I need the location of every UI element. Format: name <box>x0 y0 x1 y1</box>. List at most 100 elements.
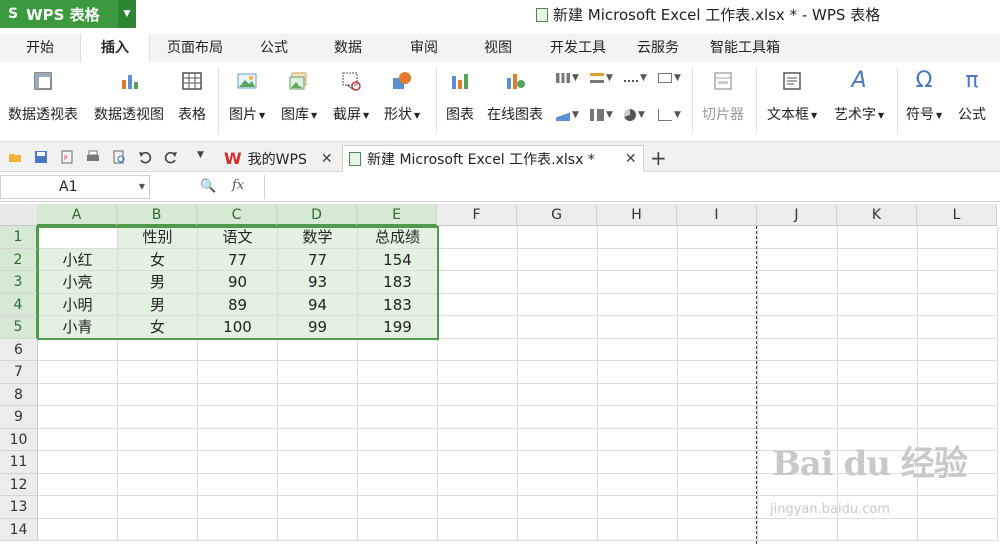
cell-k1[interactable] <box>838 226 918 249</box>
cell-l5[interactable] <box>918 316 998 339</box>
cell-b3[interactable]: 男 <box>118 271 198 294</box>
cell-l4[interactable] <box>918 293 998 316</box>
cell-f10[interactable] <box>438 428 518 451</box>
row-header-10[interactable]: 10 <box>0 428 38 451</box>
screenshot-button[interactable]: 截屏 ▼ <box>333 70 369 124</box>
formula-input[interactable] <box>264 175 1000 199</box>
app-menu-dropdown-icon[interactable]: ▼ <box>118 0 136 28</box>
cell-b13[interactable] <box>118 496 198 519</box>
cell-a1[interactable] <box>38 226 118 249</box>
tab-home[interactable]: 开始 <box>10 34 70 62</box>
cell-d13[interactable] <box>278 496 358 519</box>
cell-h4[interactable] <box>598 293 678 316</box>
cell-g3[interactable] <box>518 271 598 294</box>
cell-d4[interactable]: 94 <box>278 293 358 316</box>
cell-k3[interactable] <box>838 271 918 294</box>
cell-f1[interactable] <box>438 226 518 249</box>
cell-k6[interactable] <box>838 338 918 361</box>
cell-b5[interactable]: 女 <box>118 316 198 339</box>
cell-a3[interactable]: 小亮 <box>38 271 118 294</box>
cell-b12[interactable] <box>118 473 198 496</box>
cell-c3[interactable]: 90 <box>198 271 278 294</box>
cell-a14[interactable] <box>38 518 118 541</box>
cell-b6[interactable] <box>118 338 198 361</box>
cell-f3[interactable] <box>438 271 518 294</box>
cell-g12[interactable] <box>518 473 598 496</box>
cell-c9[interactable] <box>198 406 278 429</box>
column-header-h[interactable]: H <box>597 204 677 226</box>
new-tab-icon[interactable]: + <box>650 146 667 170</box>
cell-e12[interactable] <box>358 473 438 496</box>
cell-a12[interactable] <box>38 473 118 496</box>
cell-a7[interactable] <box>38 361 118 384</box>
column-header-g[interactable]: G <box>517 204 597 226</box>
cell-a4[interactable]: 小明 <box>38 293 118 316</box>
cell-d7[interactable] <box>278 361 358 384</box>
cell-f5[interactable] <box>438 316 518 339</box>
row-header-8[interactable]: 8 <box>0 383 38 406</box>
name-box-dropdown-icon[interactable]: ▼ <box>139 176 145 198</box>
online-chart-button[interactable]: 在线图表 <box>487 70 543 124</box>
pivot-table-button[interactable]: 数据透视表 <box>8 70 78 124</box>
row-header-4[interactable]: 4 <box>0 293 38 316</box>
customize-toolbar-dropdown-icon[interactable]: ▼ <box>197 150 204 160</box>
cell-i13[interactable] <box>678 496 758 519</box>
cell-g14[interactable] <box>518 518 598 541</box>
cell-c1[interactable]: 语文 <box>198 226 278 249</box>
line-chart-dropdown[interactable]: ▼ <box>624 73 647 83</box>
area-chart-dropdown[interactable]: ▼ <box>556 109 579 121</box>
cell-j5[interactable] <box>758 316 838 339</box>
cell-i1[interactable] <box>678 226 758 249</box>
cell-l6[interactable] <box>918 338 998 361</box>
cell-k8[interactable] <box>838 383 918 406</box>
cell-e9[interactable] <box>358 406 438 429</box>
cell-d2[interactable]: 77 <box>278 248 358 271</box>
cell-c5[interactable]: 100 <box>198 316 278 339</box>
bar-chart-dropdown[interactable]: ▼ <box>590 73 613 83</box>
print-icon[interactable] <box>86 150 100 164</box>
cell-i4[interactable] <box>678 293 758 316</box>
cell-d5[interactable]: 99 <box>278 316 358 339</box>
cell-j1[interactable] <box>758 226 838 249</box>
slicer-button[interactable]: 切片器 <box>702 70 744 124</box>
cell-b7[interactable] <box>118 361 198 384</box>
tab-data[interactable]: 数据 <box>318 34 378 62</box>
cell-h6[interactable] <box>598 338 678 361</box>
picture-button[interactable]: 图片 ▼ <box>229 70 265 124</box>
column-header-e[interactable]: E <box>357 204 437 226</box>
cell-b8[interactable] <box>118 383 198 406</box>
cell-b11[interactable] <box>118 451 198 474</box>
cell-k5[interactable] <box>838 316 918 339</box>
cell-k14[interactable] <box>838 518 918 541</box>
cell-f9[interactable] <box>438 406 518 429</box>
column-header-c[interactable]: C <box>197 204 277 226</box>
tab-insert[interactable]: 插入 <box>80 34 150 62</box>
cell-g6[interactable] <box>518 338 598 361</box>
cell-g4[interactable] <box>518 293 598 316</box>
tab-active-workbook[interactable]: 新建 Microsoft Excel 工作表.xlsx * ✕ <box>342 145 644 172</box>
cell-h13[interactable] <box>598 496 678 519</box>
cell-e5[interactable]: 199 <box>358 316 438 339</box>
cell-f12[interactable] <box>438 473 518 496</box>
cell-l3[interactable] <box>918 271 998 294</box>
cell-h2[interactable] <box>598 248 678 271</box>
cell-h7[interactable] <box>598 361 678 384</box>
row-header-11[interactable]: 11 <box>0 451 38 474</box>
cell-c13[interactable] <box>198 496 278 519</box>
cell-i5[interactable] <box>678 316 758 339</box>
cell-j14[interactable] <box>758 518 838 541</box>
gallery-button[interactable]: 图库 ▼ <box>281 70 317 124</box>
column-header-b[interactable]: B <box>117 204 197 226</box>
cell-d6[interactable] <box>278 338 358 361</box>
cell-e13[interactable] <box>358 496 438 519</box>
cell-i2[interactable] <box>678 248 758 271</box>
cell-e14[interactable] <box>358 518 438 541</box>
cell-g1[interactable] <box>518 226 598 249</box>
cell-c7[interactable] <box>198 361 278 384</box>
cell-h12[interactable] <box>598 473 678 496</box>
cell-a8[interactable] <box>38 383 118 406</box>
column-chart-dropdown[interactable]: ▼ <box>556 73 579 83</box>
cell-j8[interactable] <box>758 383 838 406</box>
cell-j6[interactable] <box>758 338 838 361</box>
tab-my-wps[interactable]: W 我的WPS ✕ <box>218 145 339 172</box>
